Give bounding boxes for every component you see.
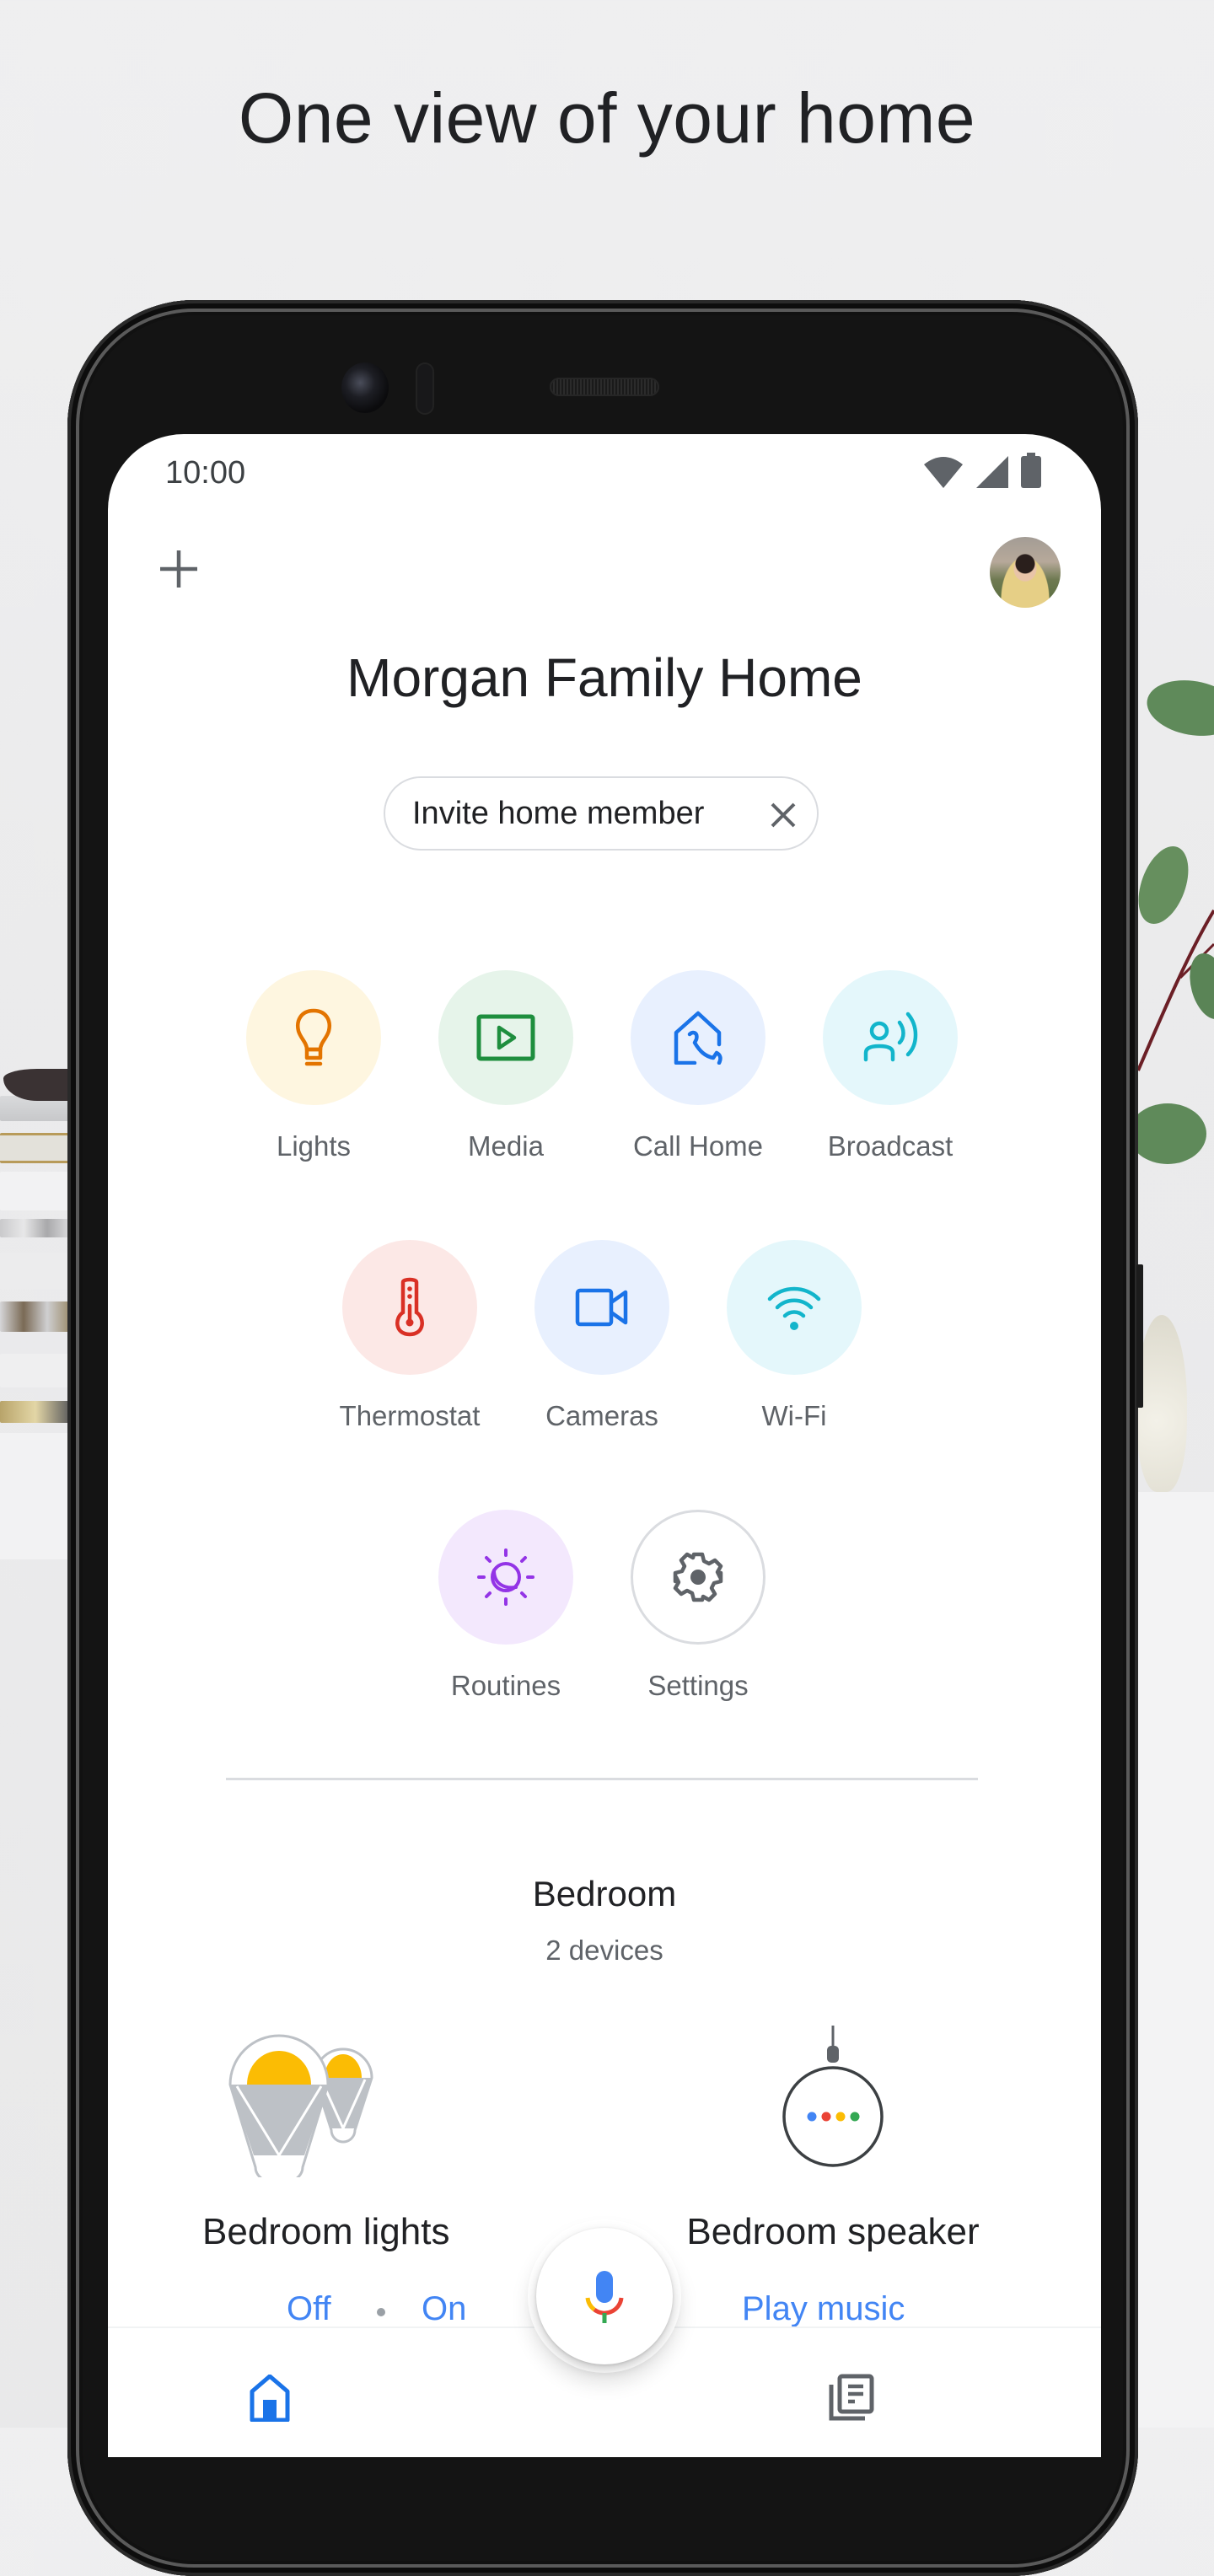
table-surface [1138, 1492, 1214, 2428]
home-icon [250, 2375, 290, 2422]
shortcut-thermostat[interactable]: Thermostat [317, 1240, 502, 1432]
broadcast-person-shortcut-circle [823, 970, 958, 1105]
shortcut-call-home[interactable]: Call Home [605, 970, 791, 1162]
shortcut-label: Broadcast [827, 1130, 953, 1162]
phone-side-button [1136, 1264, 1143, 1408]
light-bulbs-icon [228, 2034, 373, 2177]
house-phone-shortcut-circle [631, 970, 765, 1105]
device-bedroom-lights[interactable]: Bedroom lights [202, 2026, 450, 2253]
wifi-icon [924, 457, 963, 488]
app-screen: 10:00 Morgan Family Home Invite home mem… [108, 434, 1101, 2457]
plus-icon [160, 550, 197, 588]
status-icons [922, 453, 1042, 488]
smart-speaker-icon [782, 2026, 884, 2167]
feed-icon [829, 2374, 874, 2421]
device-name: Bedroom lights [202, 2211, 450, 2252]
shortcut-label: Media [468, 1130, 544, 1162]
lightbulb-icon [296, 1008, 331, 1066]
play-video-shortcut-circle [438, 970, 573, 1105]
gear-icon [673, 1552, 723, 1602]
battery-icon [1021, 453, 1041, 488]
section-divider [226, 1778, 978, 1780]
shortcut-label: Routines [450, 1670, 561, 1701]
separator-dot [377, 2308, 385, 2316]
shortcut-label: Cameras [545, 1400, 658, 1431]
invite-chip-label: Invite home member [412, 795, 705, 831]
video-camera-icon [575, 1288, 628, 1327]
thermometer-shortcut-circle [342, 1240, 477, 1375]
gear-shortcut-circle [631, 1510, 765, 1645]
video-camera-shortcut-circle [534, 1240, 669, 1375]
shortcut-wifi[interactable]: Wi-Fi [701, 1240, 887, 1432]
lightbulb-shortcut-circle [246, 970, 381, 1105]
sun-moon-shortcut-circle [438, 1510, 573, 1645]
shortcut-routines[interactable]: Routines [413, 1510, 599, 1702]
home-title: Morgan Family Home [346, 647, 862, 708]
shortcut-label: Lights [276, 1130, 352, 1162]
wifi-icon [767, 1286, 821, 1330]
nav-home[interactable] [236, 2364, 304, 2432]
nav-feed[interactable] [818, 2364, 885, 2432]
books-stack [0, 1062, 71, 1433]
user-avatar[interactable] [990, 537, 1061, 608]
close-icon[interactable] [765, 797, 802, 834]
shortcut-label: Thermostat [339, 1400, 481, 1431]
room-title: Bedroom [532, 1874, 677, 1913]
assistant-mic-button[interactable] [536, 2228, 673, 2364]
lights-off-button[interactable]: Off [287, 2290, 331, 2328]
invite-home-member-chip[interactable]: Invite home member [384, 776, 819, 851]
cellular-signal-icon [976, 456, 1008, 488]
front-camera [341, 362, 389, 413]
room-device-count: 2 devices [545, 1935, 663, 1966]
proximity-sensor [416, 362, 434, 415]
shortcut-label: Wi-Fi [761, 1400, 827, 1431]
play-video-icon [476, 1014, 535, 1061]
device-bedroom-speaker[interactable]: Bedroom speaker [664, 2026, 1002, 2253]
status-time: 10:00 [165, 455, 246, 491]
shortcut-lights[interactable]: Lights [221, 970, 406, 1162]
lights-on-button[interactable]: On [422, 2290, 466, 2328]
shortcut-broadcast[interactable]: Broadcast [798, 970, 983, 1162]
broadcast-person-icon [863, 1012, 918, 1062]
microphone-icon [585, 2271, 624, 2323]
add-button[interactable] [153, 544, 204, 594]
play-music-button[interactable]: Play music [742, 2290, 905, 2328]
shortcut-settings[interactable]: Settings [605, 1510, 791, 1702]
house-phone-icon [674, 1011, 722, 1065]
shortcut-label: Settings [647, 1670, 749, 1701]
vase-decor [1136, 1315, 1187, 1492]
earpiece-speaker [550, 378, 659, 396]
shortcut-cameras[interactable]: Cameras [509, 1240, 695, 1432]
sun-moon-icon [477, 1548, 534, 1606]
wifi-shortcut-circle [727, 1240, 862, 1375]
shortcut-media[interactable]: Media [413, 970, 599, 1162]
shortcut-label: Call Home [632, 1130, 764, 1162]
thermometer-icon [395, 1277, 424, 1337]
device-name: Bedroom speaker [686, 2211, 980, 2252]
marketing-headline: One view of your home [238, 78, 976, 158]
